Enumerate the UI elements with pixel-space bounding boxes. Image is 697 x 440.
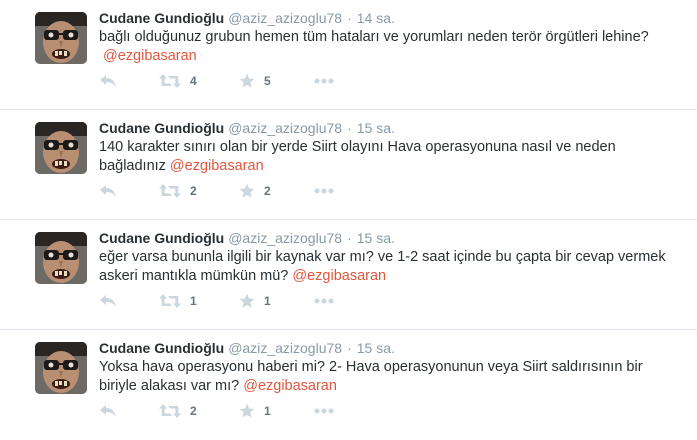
more-icon bbox=[314, 188, 334, 194]
reply-icon bbox=[100, 295, 116, 307]
author-fullname[interactable]: Cudane Gundioğlu bbox=[99, 230, 224, 246]
tweet-body: bağlı olduğunuz grubun hemen tüm hatalar… bbox=[99, 29, 649, 45]
tweet-text: eğer varsa bununla ilgili bir kaynak var… bbox=[99, 248, 674, 286]
author-fullname[interactable]: Cudane Gundioğlu bbox=[99, 10, 224, 26]
retweet-icon bbox=[159, 294, 181, 308]
mention-link[interactable]: @ezgibasaran bbox=[103, 48, 197, 64]
time-separator: · bbox=[347, 120, 352, 136]
tweet[interactable]: Cudane Gundioğlu @aziz_azizoglu78 · 14 sa. … bbox=[0, 0, 697, 110]
retweet-button[interactable]: 1 bbox=[159, 291, 239, 311]
avatar[interactable] bbox=[35, 12, 87, 64]
retweet-icon bbox=[159, 404, 181, 418]
time-separator: · bbox=[347, 340, 352, 356]
retweet-icon bbox=[159, 74, 181, 88]
retweet-count: 2 bbox=[190, 404, 197, 418]
tweet-text: bağlı olduğunuz grubun hemen tüm hatalar… bbox=[99, 28, 674, 66]
favorite-button[interactable]: 2 bbox=[239, 181, 314, 201]
author-username[interactable]: @aziz_azizoglu78 bbox=[228, 10, 342, 26]
tweet[interactable]: Cudane Gundioğlu @aziz_azizoglu78 · 15 sa. … bbox=[0, 220, 697, 330]
retweet-button[interactable]: 4 bbox=[159, 71, 239, 91]
tweet-timestamp[interactable]: 15 sa. bbox=[357, 120, 395, 136]
reply-icon bbox=[100, 405, 116, 417]
star-icon bbox=[239, 73, 255, 88]
mention-link[interactable]: @ezgibasaran bbox=[292, 268, 386, 284]
tweet-actions: 2 1 bbox=[99, 401, 344, 421]
favorite-count: 1 bbox=[264, 404, 271, 418]
time-separator: · bbox=[347, 230, 352, 246]
tweet-text: Yoksa hava operasyonu haberi mi? 2- Hava… bbox=[99, 358, 674, 396]
tweet[interactable]: Cudane Gundioğlu @aziz_azizoglu78 · 15 sa. … bbox=[0, 330, 697, 440]
tweet-header: Cudane Gundioğlu @aziz_azizoglu78 · 15 sa. bbox=[99, 119, 395, 137]
reply-button[interactable] bbox=[99, 291, 159, 311]
tweet-actions: 1 1 bbox=[99, 291, 344, 311]
tweet-timestamp[interactable]: 15 sa. bbox=[357, 340, 395, 356]
reply-icon bbox=[100, 75, 116, 87]
more-button[interactable] bbox=[314, 401, 344, 421]
avatar[interactable] bbox=[35, 342, 87, 394]
tweet-header: Cudane Gundioğlu @aziz_azizoglu78 · 14 sa. bbox=[99, 9, 395, 27]
more-icon bbox=[314, 408, 334, 414]
tweet-header: Cudane Gundioğlu @aziz_azizoglu78 · 15 sa. bbox=[99, 229, 395, 247]
more-icon bbox=[314, 298, 334, 304]
retweet-button[interactable]: 2 bbox=[159, 181, 239, 201]
favorite-count: 2 bbox=[264, 184, 271, 198]
mention-link[interactable]: @ezgibasaran bbox=[170, 158, 264, 174]
retweet-icon bbox=[159, 184, 181, 198]
reply-button[interactable] bbox=[99, 401, 159, 421]
tweet-timestamp[interactable]: 15 sa. bbox=[357, 230, 395, 246]
star-icon bbox=[239, 403, 255, 418]
avatar[interactable] bbox=[35, 122, 87, 174]
author-username[interactable]: @aziz_azizoglu78 bbox=[228, 340, 342, 356]
tweet-timeline: Cudane Gundioğlu @aziz_azizoglu78 · 14 sa. … bbox=[0, 0, 697, 440]
favorite-button[interactable]: 1 bbox=[239, 291, 314, 311]
author-username[interactable]: @aziz_azizoglu78 bbox=[228, 120, 342, 136]
more-button[interactable] bbox=[314, 181, 344, 201]
retweet-count: 4 bbox=[190, 74, 197, 88]
favorite-button[interactable]: 1 bbox=[239, 401, 314, 421]
author-username[interactable]: @aziz_azizoglu78 bbox=[228, 230, 342, 246]
more-icon bbox=[314, 78, 334, 84]
tweet-text: 140 karakter sınırı olan bir yerde Siirt… bbox=[99, 138, 674, 176]
author-fullname[interactable]: Cudane Gundioğlu bbox=[99, 340, 224, 356]
time-separator: · bbox=[347, 10, 352, 26]
more-button[interactable] bbox=[314, 291, 344, 311]
favorite-count: 5 bbox=[264, 74, 271, 88]
retweet-count: 2 bbox=[190, 184, 197, 198]
reply-button[interactable] bbox=[99, 71, 159, 91]
retweet-count: 1 bbox=[190, 294, 197, 308]
favorite-count: 1 bbox=[264, 294, 271, 308]
tweet[interactable]: Cudane Gundioğlu @aziz_azizoglu78 · 15 sa. … bbox=[0, 110, 697, 220]
tweet-actions: 2 2 bbox=[99, 181, 344, 201]
star-icon bbox=[239, 293, 255, 308]
tweet-actions: 4 5 bbox=[99, 71, 344, 91]
star-icon bbox=[239, 183, 255, 198]
reply-button[interactable] bbox=[99, 181, 159, 201]
author-fullname[interactable]: Cudane Gundioğlu bbox=[99, 120, 224, 136]
retweet-button[interactable]: 2 bbox=[159, 401, 239, 421]
avatar[interactable] bbox=[35, 232, 87, 284]
tweet-body: Yoksa hava operasyonu haberi mi? 2- Hava… bbox=[99, 359, 643, 394]
tweet-header: Cudane Gundioğlu @aziz_azizoglu78 · 15 sa. bbox=[99, 339, 395, 357]
favorite-button[interactable]: 5 bbox=[239, 71, 314, 91]
more-button[interactable] bbox=[314, 71, 344, 91]
mention-link[interactable]: @ezgibasaran bbox=[243, 378, 337, 394]
reply-icon bbox=[100, 185, 116, 197]
tweet-timestamp[interactable]: 14 sa. bbox=[357, 10, 395, 26]
